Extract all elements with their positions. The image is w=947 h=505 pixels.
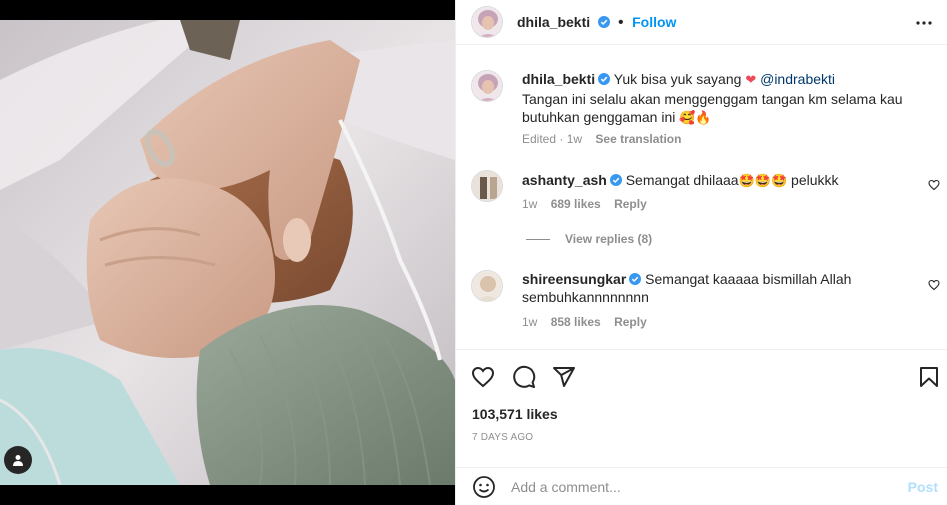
- post-media: [0, 0, 455, 505]
- red-heart-emoji: ❤: [745, 73, 757, 88]
- bookmark-icon[interactable]: [917, 365, 941, 389]
- caption-line2: Tangan ini selalu akan menggenggam tanga…: [522, 91, 903, 107]
- post-details-panel: dhila_bekti • Follow dhila_bekti Yuk bis…: [455, 0, 947, 505]
- comment-body-end: pelukkk: [791, 172, 839, 188]
- comment-age: 1w: [522, 197, 538, 211]
- comment-emojis: 🤩🤩🤩: [738, 174, 788, 189]
- verified-badge-icon: [629, 273, 642, 285]
- action-bar: 103,571 likes 7 DAYS AGO: [456, 349, 947, 459]
- comment-text: ashanty_ash Semangat dhilaaa🤩🤩🤩 pelukkk: [522, 171, 912, 191]
- photo-hands-image: [0, 20, 455, 485]
- profile-picture: [472, 171, 502, 201]
- comment-icon[interactable]: [512, 365, 536, 389]
- comment-body: Semangat dhilaaa: [625, 172, 739, 188]
- share-icon[interactable]: [552, 365, 576, 389]
- edited-label: Edited: [522, 132, 557, 146]
- comment-username[interactable]: shireensungkar: [522, 271, 626, 287]
- caption-line3: butuhkan genggaman ini: [522, 109, 676, 125]
- comment-username[interactable]: ashanty_ash: [522, 172, 607, 188]
- post-header: dhila_bekti • Follow: [456, 0, 947, 45]
- tagged-users-button[interactable]: [4, 446, 32, 474]
- comment-avatar[interactable]: [471, 270, 503, 302]
- post-timestamp: 7 DAYS AGO: [472, 432, 534, 443]
- dot-separator: ·: [559, 132, 564, 146]
- header-user-row: dhila_bekti • Follow: [517, 14, 676, 32]
- add-comment-bar: Post: [456, 467, 947, 505]
- post-button[interactable]: Post: [908, 479, 938, 495]
- caption-text: dhila_bekti Yuk bisa yuk sayang ❤ @indra…: [522, 70, 922, 128]
- comment-age: 1w: [522, 315, 538, 329]
- comment-likes[interactable]: 858 likes: [551, 315, 601, 329]
- view-replies-button[interactable]: View replies (8): [565, 232, 652, 246]
- replies-divider: [526, 239, 550, 240]
- mention-link[interactable]: @indrabekti: [760, 71, 835, 87]
- follow-button[interactable]: Follow: [632, 14, 676, 30]
- avatar[interactable]: [471, 6, 503, 38]
- profile-picture: [472, 71, 502, 101]
- comment-body: Semangat kaaaaa bismillah Allah: [645, 271, 852, 287]
- comment-meta: 1w 689 likes Reply: [522, 197, 647, 211]
- comment-input[interactable]: [511, 476, 881, 498]
- more-horizontal-icon: [916, 21, 932, 25]
- likes-count[interactable]: 103,571 likes: [472, 406, 558, 422]
- caption-avatar[interactable]: [471, 70, 503, 102]
- comment-body-line2: sembuhkannnnnnnn: [522, 289, 649, 305]
- caption-username[interactable]: dhila_bekti: [522, 71, 595, 87]
- profile-picture: [472, 271, 502, 301]
- comment-like-icon[interactable]: [928, 179, 940, 191]
- see-translation-link[interactable]: See translation: [595, 132, 681, 146]
- reply-button[interactable]: Reply: [614, 197, 647, 211]
- reply-button[interactable]: Reply: [614, 315, 647, 329]
- more-options-button[interactable]: [914, 13, 934, 33]
- heart-icon[interactable]: [471, 365, 495, 389]
- comment-text: shireensungkar Semangat kaaaaa bismillah…: [522, 270, 922, 306]
- caption-emojis: 🥰🔥: [679, 111, 712, 126]
- profile-picture: [472, 7, 502, 37]
- separator-dot: •: [618, 14, 624, 31]
- comment-avatar[interactable]: [471, 170, 503, 202]
- header-username[interactable]: dhila_bekti: [517, 14, 590, 30]
- caption-age: 1w: [566, 132, 583, 146]
- caption-line1: Yuk bisa yuk sayang: [613, 71, 742, 87]
- comment-meta: 1w 858 likes Reply: [522, 315, 647, 329]
- comments-section: dhila_bekti Yuk bisa yuk sayang ❤ @indra…: [456, 46, 947, 349]
- user-icon: [13, 455, 23, 466]
- verified-badge-icon: [609, 174, 622, 186]
- verified-badge-icon: [597, 16, 610, 28]
- smiley-icon[interactable]: [472, 475, 496, 499]
- comment-likes[interactable]: 689 likes: [551, 197, 601, 211]
- verified-badge-icon: [598, 73, 611, 85]
- caption-meta: Edited · 1w See translation: [522, 132, 681, 146]
- post-photo[interactable]: [0, 20, 455, 485]
- comment-like-icon[interactable]: [928, 279, 940, 291]
